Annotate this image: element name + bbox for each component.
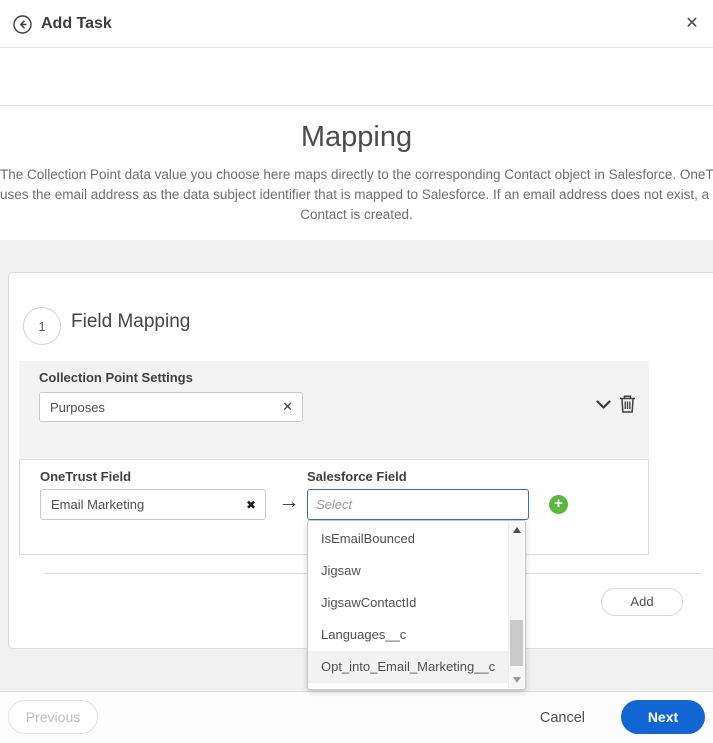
next-button[interactable]: Next <box>621 700 705 734</box>
close-icon[interactable]: ✕ <box>677 0 707 48</box>
chevron-down-icon[interactable] <box>596 398 611 413</box>
dropdown-scrollbar[interactable] <box>508 522 524 688</box>
section-number-badge: 1 <box>23 307 61 345</box>
dropdown-option[interactable]: Jigsaw <box>308 555 508 587</box>
clear-collection-point-icon[interactable]: ✕ <box>282 393 293 421</box>
dialog-footer: Previous Cancel Next <box>0 691 713 743</box>
dropdown-option-list: IsEmailBounced Jigsaw JigsawContactId La… <box>308 523 508 683</box>
salesforce-field-dropdown: IsEmailBounced Jigsaw JigsawContactId La… <box>307 520 526 690</box>
page-title: Mapping <box>300 121 413 153</box>
salesforce-field-label: Salesforce Field <box>307 469 407 484</box>
dropdown-option[interactable]: Opt_into_Email_Marketing__c <box>308 651 508 683</box>
back-icon[interactable] <box>13 15 32 34</box>
salesforce-field-input[interactable] <box>307 489 529 520</box>
collection-point-input[interactable]: Purposes ✕ <box>39 392 303 422</box>
dialog-title: Add Task <box>41 15 112 32</box>
scroll-up-icon[interactable] <box>509 522 525 538</box>
onetrust-field-value: Email Marketing <box>51 497 145 512</box>
description-line: Contact is created. <box>300 207 413 222</box>
add-task-dialog: Add Task ✕ ✔ ✔ Mapping The Collection Po… <box>0 0 713 743</box>
trash-icon[interactable] <box>619 394 636 417</box>
add-button[interactable]: Add <box>601 588 683 616</box>
section-title: Field Mapping <box>71 311 191 332</box>
dropdown-option[interactable]: Languages__c <box>308 619 508 651</box>
clear-onetrust-field-icon[interactable]: ✖ <box>246 490 256 519</box>
add-field-plus-icon[interactable]: + <box>549 495 568 514</box>
dropdown-option[interactable]: JigsawContactId <box>308 587 508 619</box>
scrollbar-thumb[interactable] <box>510 620 523 666</box>
scroll-down-icon[interactable] <box>509 672 525 688</box>
collection-point-value: Purposes <box>50 399 105 415</box>
page-description: The Collection Point data value you choo… <box>0 165 713 225</box>
intro-section: Mapping The Collection Point data value … <box>0 106 713 240</box>
description-line: uses the email address as the data subje… <box>0 187 713 202</box>
dialog-header: Add Task ✕ <box>0 0 713 48</box>
progress-stepper: ✔ ✔ <box>0 48 713 134</box>
collection-point-settings-label: Collection Point Settings <box>39 370 193 385</box>
dropdown-option[interactable]: IsEmailBounced <box>308 523 508 555</box>
description-line: The Collection Point data value you choo… <box>0 167 713 182</box>
onetrust-field-input[interactable]: Email Marketing ✖ <box>40 489 266 520</box>
previous-button[interactable]: Previous <box>8 700 98 734</box>
collection-point-settings-box: Collection Point Settings Purposes ✕ <box>19 361 649 459</box>
cancel-button[interactable]: Cancel <box>540 692 585 743</box>
onetrust-field-label: OneTrust Field <box>40 469 132 484</box>
mapping-arrow-icon: → <box>278 490 300 513</box>
